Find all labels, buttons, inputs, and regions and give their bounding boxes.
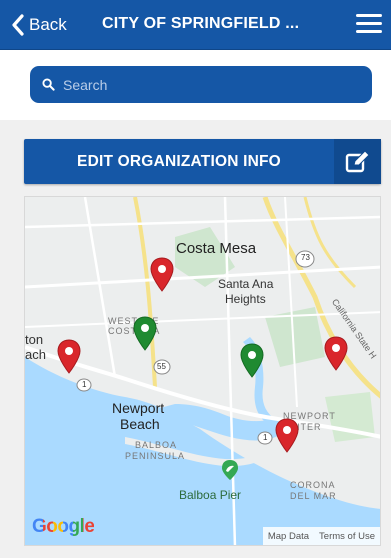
search-input[interactable]: Search — [30, 66, 372, 103]
map-label-ach: ach — [25, 347, 46, 362]
map-label-ton: ton — [25, 332, 44, 347]
hamburger-menu-icon[interactable] — [356, 14, 382, 36]
map-label-costa-mesa: Costa Mesa — [176, 240, 257, 257]
map-label-corona: CORONA — [290, 480, 336, 490]
edit-icon[interactable] — [334, 139, 381, 184]
back-label: Back — [29, 15, 67, 34]
map-label-newport: Newport — [112, 400, 165, 416]
map-view[interactable]: Costa Mesa Santa Ana Heights WEST IDE CO… — [24, 196, 381, 546]
map-label-del-mar: DEL MAR — [290, 491, 337, 501]
map-pin-red[interactable] — [274, 418, 300, 454]
highway-1-shield: 1 — [82, 380, 87, 389]
map-label-peninsula: PENINSULA — [125, 451, 186, 461]
chevron-left-icon — [12, 14, 24, 36]
map-pin-red[interactable] — [323, 336, 349, 372]
map-label-heights: Heights — [225, 292, 266, 306]
map-pin-green[interactable] — [239, 343, 265, 379]
top-nav-bar: Back CITY OF SPRINGFIELD ... — [0, 0, 391, 50]
google-logo: Google — [32, 516, 95, 537]
search-icon — [42, 78, 55, 91]
highway-1-shield-2: 1 — [263, 433, 268, 442]
map-attribution: Map Data Terms of Use — [262, 527, 380, 545]
edit-organization-label: EDIT ORGANIZATION INFO — [77, 152, 281, 170]
beach-poi-icon[interactable] — [220, 459, 240, 481]
map-label-balboa-pier: Balboa Pier — [179, 488, 242, 502]
terms-of-use-link[interactable]: Terms of Use — [314, 531, 380, 542]
page-title: CITY OF SPRINGFIELD ... — [102, 15, 300, 32]
map-label-balboa: BALBOA — [135, 440, 178, 450]
map-label-santa-ana: Santa Ana — [218, 277, 274, 291]
search-placeholder: Search — [63, 76, 108, 93]
edit-organization-button[interactable]: EDIT ORGANIZATION INFO — [24, 139, 381, 184]
map-pin-red[interactable] — [56, 339, 82, 375]
map-data-link[interactable]: Map Data — [263, 531, 314, 542]
highway-55-shield: 55 — [157, 362, 166, 371]
search-area: Search — [0, 50, 391, 120]
map-label-beach: Beach — [120, 416, 160, 432]
map-pin-red[interactable] — [149, 257, 175, 293]
highway-73-shield: 73 — [301, 253, 310, 262]
back-button[interactable]: Back — [10, 12, 67, 38]
map-pin-green[interactable] — [132, 316, 158, 352]
